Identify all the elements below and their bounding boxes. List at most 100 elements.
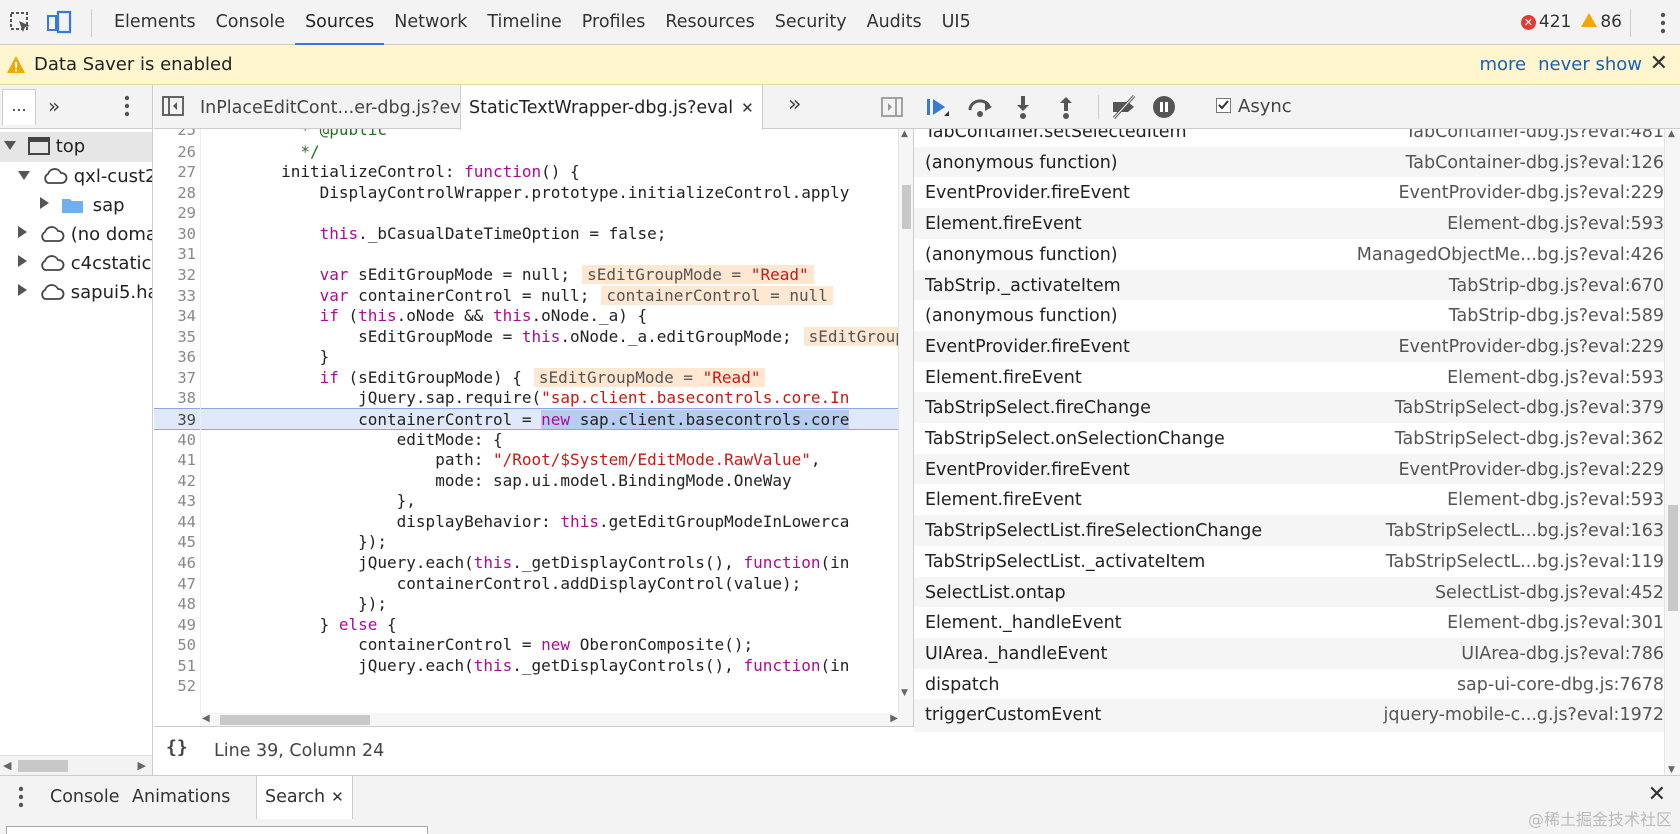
close-icon[interactable]: ✕ bbox=[1650, 51, 1668, 76]
tree-item-domain[interactable]: sapui5.har bbox=[18, 278, 152, 308]
tab-profiles[interactable]: Profiles bbox=[572, 0, 656, 45]
tree-item-domain[interactable]: qxl-cust23 bbox=[18, 162, 152, 192]
call-frame-location[interactable]: Element-dbg.js?eval:301 bbox=[1447, 607, 1664, 640]
async-checkbox[interactable]: Async bbox=[1216, 85, 1292, 129]
tab-sources[interactable]: Sources bbox=[295, 0, 385, 45]
call-frame[interactable]: TabStripSelectList._activateItem TabStrip… bbox=[914, 545, 1664, 579]
expand-arrow-icon[interactable] bbox=[4, 141, 16, 150]
call-frame[interactable]: TabStrip._activateItem TabStrip-dbg.js?ev… bbox=[914, 269, 1664, 303]
collapsed-arrow-icon[interactable] bbox=[18, 226, 27, 238]
call-frame-location[interactable]: TabStripSelectL...bg.js?eval:163 bbox=[1386, 515, 1664, 548]
call-frame[interactable]: (anonymous function) TabContainer-dbg.js?… bbox=[914, 146, 1664, 180]
call-frame-location[interactable]: UIArea-dbg.js?eval:786 bbox=[1461, 638, 1664, 671]
call-frame[interactable]: EventProvider.fireEvent EventProvider-dbg… bbox=[914, 330, 1664, 364]
call-frame[interactable]: EventProvider.fireEvent EventProvider-dbg… bbox=[914, 453, 1664, 487]
call-frame-location[interactable]: TabStripSelect-dbg.js?eval:379 bbox=[1395, 392, 1664, 425]
scroll-up-icon[interactable]: ▲ bbox=[901, 129, 908, 139]
tree-item-domain[interactable]: c4cstatic.h bbox=[18, 249, 152, 279]
collapsed-arrow-icon[interactable] bbox=[40, 197, 49, 209]
call-frame[interactable]: Element._handleEvent Element-dbg.js?eval:… bbox=[914, 607, 1664, 641]
call-frame[interactable]: Element.fireEvent Element-dbg.js?eval:593 bbox=[914, 484, 1664, 518]
customize-menu-icon[interactable] bbox=[1660, 12, 1666, 34]
warning-counter[interactable]: 86 bbox=[1581, 0, 1622, 45]
more-tabs-chevron-icon[interactable]: » bbox=[788, 92, 801, 117]
scrollbar-thumb[interactable] bbox=[902, 185, 911, 229]
checkbox-checked-icon[interactable] bbox=[1216, 98, 1231, 113]
drawer-tab-search[interactable]: Search ✕ bbox=[256, 776, 353, 819]
call-frame[interactable]: Element.fireEvent Element-dbg.js?eval:593 bbox=[914, 361, 1664, 395]
call-frame[interactable]: TabStripSelectList.fireSelectionChange Ta… bbox=[914, 515, 1664, 549]
call-frame[interactable]: Element.fireEvent Element-dbg.js?eval:593 bbox=[914, 208, 1664, 242]
scroll-right-icon[interactable]: ▶ bbox=[890, 713, 898, 724]
scroll-up-icon[interactable]: ▲ bbox=[1668, 129, 1675, 139]
collapsed-arrow-icon[interactable] bbox=[18, 284, 27, 296]
search-input[interactable] bbox=[6, 826, 428, 834]
call-frame[interactable]: UIArea._handleEvent UIArea-dbg.js?eval:78… bbox=[914, 637, 1664, 671]
more-link[interactable]: more bbox=[1480, 45, 1527, 85]
call-frame-location[interactable]: Element-dbg.js?eval:593 bbox=[1447, 208, 1664, 241]
call-frame-location[interactable]: ManagedObjectMe...bg.js?eval:426 bbox=[1357, 239, 1664, 272]
error-counter[interactable]: ✕ 421 bbox=[1520, 0, 1571, 45]
toggle-debugger-icon[interactable] bbox=[881, 97, 903, 117]
console-counters[interactable]: ✕ 421 86 bbox=[1520, 0, 1622, 45]
tab-console[interactable]: Console bbox=[206, 0, 295, 45]
call-frame[interactable]: TabStripSelect.onSelectionChange TabStrip… bbox=[914, 423, 1664, 456]
tab-network[interactable]: Network bbox=[384, 0, 477, 45]
call-frame[interactable]: TabStripSelect.fireChange TabStripSelect-… bbox=[914, 392, 1664, 426]
expand-arrow-icon[interactable] bbox=[18, 171, 30, 180]
device-mode-icon[interactable] bbox=[46, 10, 72, 36]
call-stack-scrollbar[interactable]: ▲ ▼ bbox=[1664, 129, 1680, 775]
close-drawer-icon[interactable]: ✕ bbox=[1648, 782, 1666, 807]
navigator-tab[interactable]: ... bbox=[2, 89, 36, 125]
call-frame-location[interactable]: EventProvider-dbg.js?eval:229 bbox=[1398, 454, 1664, 487]
step-out-icon[interactable] bbox=[1052, 94, 1080, 120]
call-frame-location[interactable]: TabStripSelect-dbg.js?eval:362 bbox=[1395, 423, 1664, 456]
scroll-left-icon[interactable]: ◀ bbox=[3, 759, 11, 772]
scroll-left-icon[interactable]: ◀ bbox=[202, 713, 210, 724]
scroll-right-icon[interactable]: ▶ bbox=[138, 759, 146, 772]
editor-vertical-scrollbar[interactable]: ▲ ▼ bbox=[898, 129, 913, 726]
code-view[interactable]: 25 * @public 26 */ 27 initializeControl:… bbox=[154, 129, 899, 726]
editor-tab-file[interactable]: InPlaceEditCont...er-dbg.js?eval bbox=[192, 85, 484, 129]
tab-timeline[interactable]: Timeline bbox=[477, 0, 571, 45]
call-frame[interactable]: (anonymous function) TabStrip-dbg.js?eval… bbox=[914, 300, 1664, 334]
call-frame-location[interactable]: sap-ui-core-dbg.js:7678 bbox=[1457, 669, 1664, 702]
call-frame-location[interactable]: SelectList-dbg.js?eval:452 bbox=[1435, 577, 1664, 610]
navigator-scrollbar[interactable]: ◀ ▶ bbox=[0, 755, 152, 775]
call-frame-location[interactable]: TabStrip-dbg.js?eval:670 bbox=[1449, 270, 1664, 303]
more-tabs-chevron-icon[interactable]: » bbox=[48, 94, 60, 118]
inspect-element-icon[interactable] bbox=[8, 10, 34, 36]
scrollbar-thumb[interactable] bbox=[1668, 505, 1678, 611]
call-frame[interactable]: dispatch sap-ui-core-dbg.js:7678 bbox=[914, 668, 1664, 702]
pretty-print-button[interactable]: {} bbox=[166, 737, 188, 758]
call-frame-location[interactable]: TabStripSelectL...bg.js?eval:119 bbox=[1386, 546, 1664, 579]
call-frame-location[interactable]: EventProvider-dbg.js?eval:229 bbox=[1398, 177, 1664, 210]
scroll-down-icon[interactable]: ▼ bbox=[1668, 765, 1675, 775]
call-frame-location[interactable]: Element-dbg.js?eval:593 bbox=[1447, 484, 1664, 517]
call-frame[interactable]: triggerCustomEvent jquery-mobile-c...g.js… bbox=[914, 699, 1664, 733]
call-frame-location[interactable]: TabContainer-dbg.js?eval:126 bbox=[1405, 147, 1664, 180]
pause-on-exceptions-icon[interactable] bbox=[1150, 94, 1178, 120]
drawer-tab-animations[interactable]: Animations bbox=[132, 776, 230, 818]
tab-resources[interactable]: Resources bbox=[655, 0, 764, 45]
tab-security[interactable]: Security bbox=[765, 0, 857, 45]
call-frame-location[interactable]: jquery-mobile-c...g.js?eval:1972 bbox=[1384, 699, 1664, 732]
step-into-icon[interactable] bbox=[1009, 94, 1037, 120]
tab-elements[interactable]: Elements bbox=[104, 0, 206, 45]
call-frame[interactable]: EventProvider.fireEvent EventProvider-dbg… bbox=[914, 177, 1664, 211]
drawer-tab-console[interactable]: Console bbox=[50, 776, 119, 818]
close-tab-icon[interactable]: ✕ bbox=[741, 99, 754, 117]
editor-horizontal-scrollbar[interactable]: ◀ ▶ bbox=[200, 713, 900, 727]
editor-tab-file-active[interactable]: StaticTextWrapper-dbg.js?eval ✕ bbox=[460, 85, 763, 130]
call-frame-location[interactable]: Element-dbg.js?eval:593 bbox=[1447, 362, 1664, 395]
drawer-menu-icon[interactable] bbox=[18, 786, 24, 808]
scroll-down-icon[interactable]: ▼ bbox=[901, 688, 908, 698]
call-frame-location[interactable]: EventProvider-dbg.js?eval:229 bbox=[1398, 331, 1664, 364]
toggle-navigator-icon[interactable] bbox=[162, 96, 184, 116]
scrollbar-thumb[interactable] bbox=[220, 715, 370, 725]
call-frame[interactable]: SelectList.ontap SelectList-dbg.js?eval:4… bbox=[914, 576, 1664, 610]
navigator-menu-icon[interactable] bbox=[124, 95, 130, 117]
call-frame[interactable]: (anonymous function) ManagedObjectMe...bg… bbox=[914, 238, 1664, 272]
tab-ui5[interactable]: UI5 bbox=[932, 0, 981, 45]
deactivate-breakpoints-icon[interactable] bbox=[1110, 94, 1138, 120]
